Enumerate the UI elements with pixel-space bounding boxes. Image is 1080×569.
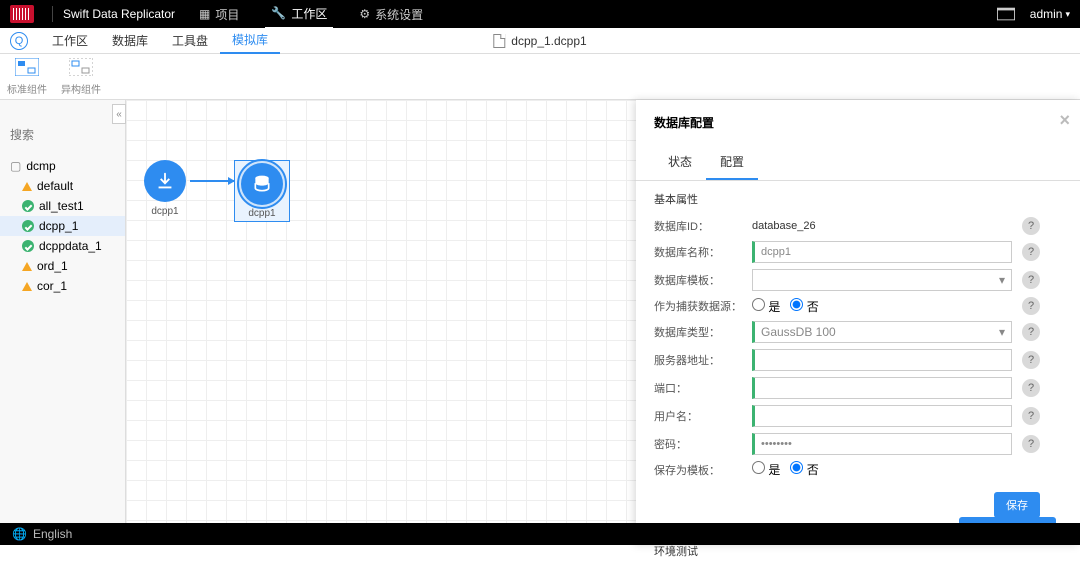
brand-logo — [10, 5, 34, 23]
window-icon[interactable] — [997, 7, 1015, 21]
subtab-database[interactable]: 数据库 — [100, 28, 160, 54]
db-id-value: database_26 — [752, 220, 1012, 232]
help-icon[interactable]: ? — [1022, 407, 1040, 425]
tree-item-ord1[interactable]: ord_1 — [0, 256, 125, 276]
tree-root[interactable]: ▢dcmp — [0, 156, 125, 176]
nav-project[interactable]: ▦项目 — [193, 1, 245, 28]
tool-standard[interactable]: 标准组件 — [0, 57, 54, 96]
toolbar: 标准组件 异构组件 — [0, 54, 1080, 100]
language-switch[interactable]: English — [33, 527, 72, 541]
footer: 🌐 English — [0, 523, 1080, 545]
tool-hetero[interactable]: 异构组件 — [54, 57, 108, 96]
help-icon[interactable]: ? — [1022, 243, 1040, 261]
tree-item-alltest1[interactable]: all_test1 — [0, 196, 125, 216]
nav-settings[interactable]: ⚙系统设置 — [353, 1, 429, 28]
help-icon[interactable]: Q — [10, 32, 28, 50]
db-type-select[interactable]: GaussDB 100▾ — [752, 321, 1012, 343]
close-icon[interactable]: × — [1059, 110, 1070, 131]
warn-icon — [22, 262, 32, 271]
panel-title: 数据库配置 × — [636, 100, 1080, 145]
globe-icon: 🌐 — [12, 527, 27, 541]
subtab-toolbox[interactable]: 工具盘 — [160, 28, 220, 54]
help-icon[interactable]: ? — [1022, 323, 1040, 341]
db-template-select[interactable]: ▾ — [752, 269, 1012, 291]
tree-item-dcpp1[interactable]: dcpp_1 — [0, 216, 125, 236]
help-icon[interactable]: ? — [1022, 271, 1040, 289]
password-input[interactable] — [752, 433, 1012, 455]
ok-icon — [22, 200, 34, 212]
capture-radio[interactable]: 是 否 — [752, 298, 819, 315]
tree-item-default[interactable]: default — [0, 176, 125, 196]
help-icon[interactable]: ? — [1022, 297, 1040, 315]
document-title: dcpp_1.dcpp1 — [493, 34, 586, 48]
port-input[interactable] — [752, 377, 1012, 399]
nav-workspace[interactable]: 🔧工作区 — [265, 0, 333, 29]
file-icon — [493, 34, 505, 48]
sub-nav: Q 工作区 数据库 工具盘 模拟库 dcpp_1.dcpp1 — [0, 28, 1080, 54]
config-panel: 数据库配置 × 状态 配置 基本属性 数据库ID：database_26? 数据… — [636, 100, 1080, 545]
section-basic: 基本属性 — [636, 181, 1080, 217]
savetpl-radio[interactable]: 是 否 — [752, 461, 819, 478]
canvas-node-source[interactable]: dcpp1 — [144, 160, 186, 217]
canvas-node-target[interactable]: dcpp1 — [234, 160, 290, 222]
help-icon[interactable]: ? — [1022, 217, 1040, 235]
subtab-workspace[interactable]: 工作区 — [40, 28, 100, 54]
username-input[interactable] — [752, 405, 1012, 427]
panel-tab-status[interactable]: 状态 — [654, 145, 706, 180]
subtab-template[interactable]: 模拟库 — [220, 28, 280, 54]
user-menu[interactable]: admin▾ — [1030, 7, 1070, 21]
ok-icon — [22, 240, 34, 252]
help-icon[interactable]: ? — [1022, 351, 1040, 369]
help-icon[interactable]: ? — [1022, 379, 1040, 397]
server-addr-input[interactable] — [752, 349, 1012, 371]
top-bar: Swift Data Replicator ▦项目 🔧工作区 ⚙系统设置 adm… — [0, 0, 1080, 28]
tree-item-cor1[interactable]: cor_1 — [0, 276, 125, 296]
warn-icon — [22, 282, 32, 291]
canvas-arrow — [190, 180, 234, 182]
ok-icon — [22, 220, 34, 232]
save-button[interactable]: 保存 — [994, 492, 1040, 518]
db-name-input[interactable] — [752, 241, 1012, 263]
panel-tab-config[interactable]: 配置 — [706, 145, 758, 180]
sidebar: « 🔍 ▢dcmp default all_test1 dcpp_1 dcppd… — [0, 100, 126, 545]
help-icon[interactable]: ? — [1022, 435, 1040, 453]
app-name: Swift Data Replicator — [63, 7, 175, 21]
warn-icon — [22, 182, 32, 191]
collapse-sidebar[interactable]: « — [112, 104, 126, 124]
tree-item-dcppdata1[interactable]: dcppdata_1 — [0, 236, 125, 256]
